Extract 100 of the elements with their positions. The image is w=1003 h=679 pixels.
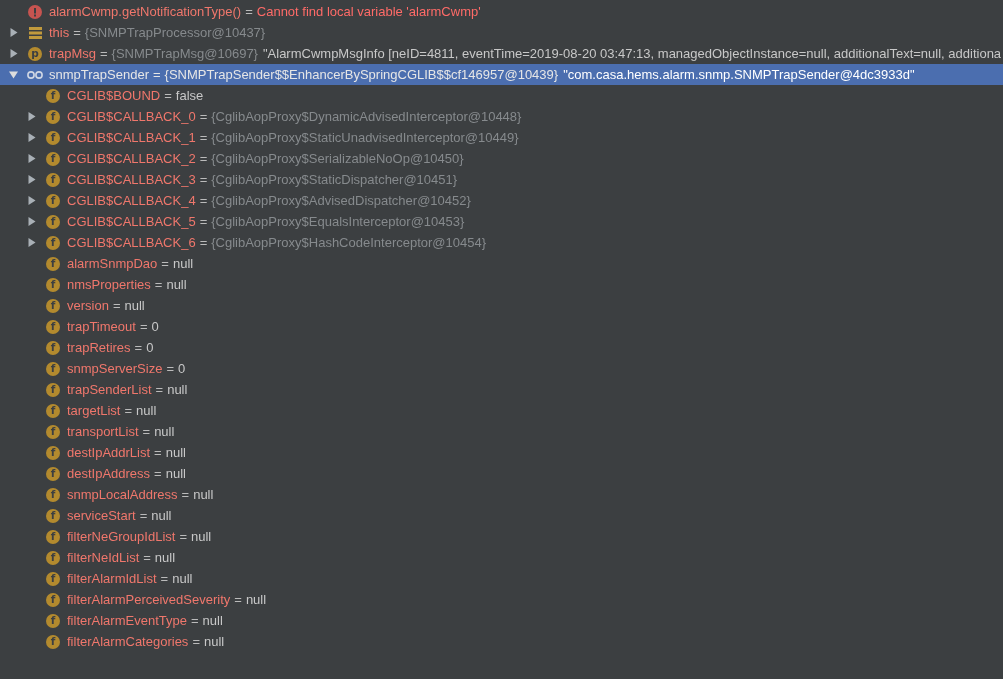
variable-value: null (172, 256, 194, 271)
field-icon: f (46, 487, 60, 502)
equals-sign: = (199, 172, 208, 187)
variable-value: null (154, 424, 175, 439)
equals-sign: = (134, 340, 143, 355)
equals-sign: = (245, 4, 253, 19)
variable-value: null (136, 403, 157, 418)
variable-name: trapRetires (67, 340, 131, 355)
field-icon: f (46, 319, 60, 334)
expand-arrow-icon[interactable] (26, 217, 36, 226)
selected-row[interactable]: snmpTrapSender = {SNMPTrapSender$$EnhancerBySpringCGLIB$$cf146957@10439} "com.casa.hems.alarm.snmp.SNMPTrapSender@4dc3933d" (0, 64, 1003, 85)
expand-arrow-icon[interactable] (26, 133, 36, 142)
equals-sign: = (139, 508, 148, 523)
variable-name: CGLIB$CALLBACK_1 (67, 130, 196, 145)
parameter-icon: p (28, 46, 42, 61)
variable-name: alarmCwmp.getNotificationType() (49, 4, 242, 19)
field-icon: f (46, 550, 60, 565)
variable-name: filterNeGroupIdList (67, 529, 176, 544)
field-icon: f (46, 340, 60, 355)
variable-value: null (191, 529, 212, 544)
equals-sign: = (99, 46, 108, 61)
field-icon: f (46, 151, 60, 166)
error-message: Cannot find local variable 'alarmCwmp' (256, 4, 481, 19)
variable-value: null (165, 466, 186, 481)
expand-arrow-icon[interactable] (26, 112, 36, 121)
equals-sign: = (199, 193, 208, 208)
equals-sign: = (199, 214, 208, 229)
equals-sign: = (73, 25, 81, 40)
field-icon: f (46, 172, 60, 187)
equals-sign: = (124, 403, 133, 418)
variable-value: null (165, 445, 186, 460)
collapse-arrow-icon[interactable] (8, 70, 18, 79)
variable-name: nmsProperties (67, 277, 151, 292)
expand-arrow-icon[interactable] (26, 196, 36, 205)
equals-sign: = (199, 151, 208, 166)
variable-value: null (154, 550, 176, 565)
variable-name: destIpAddress (67, 466, 151, 481)
variable-value: null (202, 613, 223, 628)
equals-sign: = (142, 424, 151, 439)
equals-sign: = (234, 592, 242, 607)
variable-name: filterNeIdList (67, 550, 140, 565)
equals-sign: = (152, 67, 161, 82)
field-icon: f (46, 529, 60, 544)
variable-name: alarmSnmpDao (67, 256, 158, 271)
object-reference: {CglibAopProxy$DynamicAdvisedInterceptor@10448} (211, 109, 522, 124)
field-icon: f (46, 193, 60, 208)
field-icon: f (46, 109, 60, 124)
variable-value: null (172, 571, 193, 586)
object-reference: {CglibAopProxy$StaticDispatcher@10451} (211, 172, 458, 187)
variable-name: serviceStart (67, 508, 136, 523)
variable-value: "AlarmCwmpMsgInfo [neID=4811, eventTime=2019-08-20 03:47:13, managedObjectInstance=null, additionalText=null, additiona (262, 46, 1002, 61)
variable-value: null (245, 592, 267, 607)
list-icon (28, 26, 42, 39)
variable-name: snmpTrapSender (49, 67, 149, 82)
variable-name: filterAlarmPerceivedSeverity (67, 592, 231, 607)
variable-name: CGLIB$CALLBACK_4 (67, 193, 196, 208)
variable-name: trapMsg (49, 46, 96, 61)
expand-arrow-icon[interactable] (26, 175, 36, 184)
field-icon: f (46, 130, 60, 145)
variable-value: "com.casa.hems.alarm.snmp.SNMPTrapSender@4dc3933d" (563, 67, 915, 82)
field-icon: f (46, 592, 60, 607)
object-reference: {CglibAopProxy$HashCodeInterceptor@10454} (211, 235, 487, 250)
field-icon: f (46, 403, 60, 418)
object-reference: {SNMPTrapProcessor@10437} (84, 25, 266, 40)
field-icon: f (46, 235, 60, 250)
equals-sign: = (199, 109, 208, 124)
equals-sign: = (161, 256, 169, 271)
field-icon: f (46, 613, 60, 628)
variable-name: targetList (67, 403, 121, 418)
field-icon: f (46, 256, 60, 271)
equals-sign: = (166, 361, 174, 376)
equals-sign: = (160, 571, 169, 586)
field-icon: f (46, 634, 60, 649)
equals-sign: = (155, 382, 164, 397)
variable-name: CGLIB$CALLBACK_3 (67, 172, 196, 187)
glasses-icon (27, 70, 43, 79)
variable-name: filterAlarmCategories (67, 634, 189, 649)
variable-name: filterAlarmEventType (67, 613, 187, 628)
expand-arrow-icon[interactable] (26, 154, 36, 163)
variable-value: 0 (177, 361, 186, 376)
field-icon: f (46, 466, 60, 481)
expand-arrow-icon[interactable] (8, 28, 18, 37)
variable-value: null (166, 277, 187, 292)
variable-value: null (203, 634, 225, 649)
expand-arrow-icon[interactable] (26, 238, 36, 247)
equals-sign: = (192, 634, 200, 649)
equals-sign: = (199, 235, 208, 250)
equals-sign: = (190, 613, 199, 628)
equals-sign: = (154, 445, 162, 460)
variable-name: CGLIB$CALLBACK_6 (67, 235, 196, 250)
equals-sign: = (179, 529, 187, 544)
field-icon: f (46, 508, 60, 523)
equals-sign: = (139, 319, 148, 334)
field-icon: f (46, 361, 60, 376)
variable-name: destIpAddrList (67, 445, 151, 460)
variable-value: null (167, 382, 188, 397)
expand-arrow-icon[interactable] (8, 49, 18, 58)
variable-value: null (124, 298, 145, 313)
variable-value: 0 (151, 319, 159, 334)
variable-name: trapTimeout (67, 319, 136, 334)
